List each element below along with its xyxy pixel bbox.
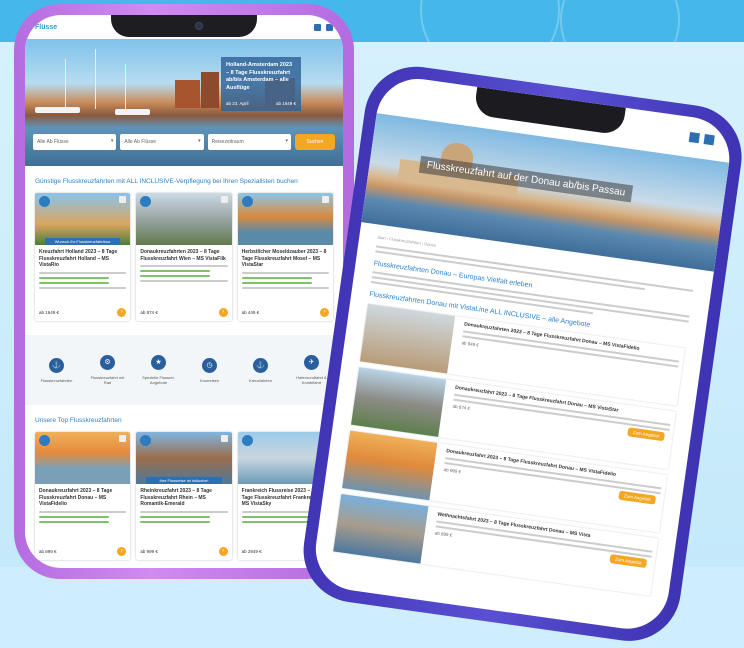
tour-title: Rheinkreuzfahrt 2023 – 8 Tage Flusskreuz… <box>140 488 212 507</box>
tag-icon: ★ <box>151 355 166 370</box>
tour-card[interactable]: Donaukreuzfahrt 2023 – 8 Tage Flusskreuz… <box>35 432 131 560</box>
boat-mast <box>125 64 126 109</box>
tour-price: ab 2949 € <box>241 549 262 554</box>
arrow-icon[interactable]: › <box>218 308 228 317</box>
phone-icon[interactable] <box>314 23 321 31</box>
anchor-icon: ⚓ <box>253 357 268 373</box>
category-label: Flusskreuzfahrten <box>40 377 73 383</box>
category-item[interactable]: ⚓ Kreuzfahrten <box>241 357 281 383</box>
phone-right-frame: Flusskreuzfahrt auf der Donau ab/bis Pas… <box>296 60 744 648</box>
tour-image <box>359 303 456 374</box>
date-select[interactable]: Reisezeitraum <box>207 134 291 150</box>
clock-icon: ◷ <box>202 357 217 373</box>
map-icon: ✈ <box>304 355 319 370</box>
tour-card[interactable]: Wunsch-Ihr-Flusskreuzfahrttour Kreuzfahr… <box>35 193 131 321</box>
tour-price: ab 449 € <box>241 310 260 315</box>
tour-price: ab 1649 € <box>39 310 60 315</box>
menu-icon[interactable] <box>326 23 333 31</box>
arrow-icon[interactable]: › <box>117 547 127 556</box>
tour-ribbon: Ihre Flussreise ist inklusive! <box>146 477 222 484</box>
category-label: Kreuzfahrten <box>249 377 272 383</box>
river-select[interactable]: Alle Ab Flüsse <box>33 134 117 150</box>
tour-image: Ihre Flussreise ist inklusive! <box>136 432 232 484</box>
tour-card[interactable]: Herbstlicher Moseldzauber 2023 – 8 Tage … <box>237 193 333 321</box>
menu-icon[interactable] <box>703 134 715 146</box>
section-title: Günstige Flusskreuzfahrten mit ALL INCLU… <box>35 178 298 185</box>
badge-icon <box>39 196 50 207</box>
favorite-icon[interactable] <box>119 435 127 442</box>
tour-image <box>237 193 333 245</box>
hero-offer-date: ab 23. April <box>226 100 249 106</box>
boat-mast <box>95 49 96 109</box>
badge-icon <box>241 435 253 446</box>
tour-card[interactable]: Donaukreuzfahrten 2023 – 8 Tage Flusskre… <box>136 193 232 321</box>
category-label: Flusskreuzfahrt mit Rad <box>90 375 125 385</box>
boat <box>115 109 150 115</box>
badge-icon <box>39 435 50 446</box>
favorite-icon[interactable] <box>220 196 228 203</box>
search-button[interactable]: Suchen <box>294 134 335 150</box>
tour-price: ab 874 € <box>140 310 158 315</box>
building <box>201 72 219 108</box>
arrow-icon[interactable]: › <box>319 308 329 317</box>
hero-offer-title: Holland-Amsterdam 2023 – 8 Tage Flusskre… <box>226 62 293 92</box>
tour-price: ab 999 € <box>140 549 158 554</box>
category-item[interactable]: ⚙ Flusskreuzfahrt mit Rad <box>88 355 128 385</box>
favorite-icon[interactable] <box>220 435 228 442</box>
ship-select[interactable]: Alle Ab Flüsse <box>120 134 204 150</box>
category-band: ⚓ Flusskreuzfahrten ⚙ Flusskreuzfahrt mit … <box>25 335 343 405</box>
category-item[interactable]: ★ Spezielle Flussrei-Angebote <box>139 355 179 385</box>
boat <box>35 107 80 113</box>
tour-image <box>136 193 232 245</box>
boat-mast <box>65 59 66 109</box>
phone-right-screen: Flusskreuzfahrt auf der Donau ab/bis Pas… <box>310 73 735 635</box>
bike-icon: ⚙ <box>100 355 115 370</box>
phone-notch <box>111 15 257 37</box>
tour-card[interactable]: Ihre Flussreise ist inklusive! Rheinkreu… <box>136 432 232 560</box>
category-label: Spezielle Flussrei-Angebote <box>142 375 175 385</box>
badge-icon <box>140 196 152 207</box>
tour-price: ab 949 € <box>461 340 480 348</box>
section-title: Unsere Top Flusskreuzfahrten <box>35 417 122 424</box>
category-item[interactable]: ◷ Kurzreisen <box>190 357 230 383</box>
phone-left-frame: Flüsse Holland-Amsterdam 2023 – 8 Tage F… <box>14 4 354 579</box>
search-bar: Alle Ab Flüsse Alle Ab Flüsse Reisezeitr… <box>33 134 335 150</box>
site-logo[interactable]: Flüsse <box>35 24 57 31</box>
arrow-icon[interactable]: › <box>117 308 127 317</box>
category-item[interactable]: ⚓ Flusskreuzfahrten <box>37 357 77 383</box>
phone-left-screen: Flüsse Holland-Amsterdam 2023 – 8 Tage F… <box>25 15 343 568</box>
tour-price: ab 899 € <box>434 530 453 538</box>
category-label: Kurzreisen <box>199 377 220 383</box>
tour-image <box>342 430 438 501</box>
ship-icon: ⚓ <box>49 357 64 373</box>
favorite-icon[interactable] <box>119 196 127 203</box>
tour-title: Herbstlicher Moseldzauber 2023 – 8 Tage … <box>241 249 327 268</box>
hero-image: Holland-Amsterdam 2023 – 8 Tage Flusskre… <box>25 39 343 166</box>
camera-icon <box>195 22 203 30</box>
tour-price: ab 874 € <box>452 403 471 412</box>
tour-title: Donaukreuzfahrten 2023 – 8 Tage Flusskre… <box>140 249 226 262</box>
tour-image <box>351 367 447 437</box>
tour-title: Kreuzfahrt Holland 2023 – 8 Tage Flusskr… <box>39 249 118 268</box>
favorite-icon[interactable] <box>321 196 329 203</box>
badge-icon <box>140 435 152 446</box>
building <box>175 80 200 108</box>
tour-title: Donaukreuzfahrt 2023 – 8 Tage Flusskreuz… <box>39 488 113 507</box>
phone-icon[interactable] <box>688 131 700 144</box>
tour-price: ab 899 € <box>39 549 57 554</box>
category-item[interactable]: ✈ Hafenrundfahrt & Kombifahrt <box>292 355 332 385</box>
tour-image <box>333 493 429 564</box>
hero-offer-price: ab 1649 € <box>275 100 296 106</box>
arrow-icon[interactable]: › <box>218 547 228 556</box>
tour-image: Wunsch-Ihr-Flusskreuzfahrttour <box>35 193 131 245</box>
tour-image <box>35 432 131 484</box>
tour-ribbon: Wunsch-Ihr-Flusskreuzfahrttour <box>45 238 121 245</box>
badge-icon <box>241 196 253 207</box>
hero-offer-card[interactable]: Holland-Amsterdam 2023 – 8 Tage Flusskre… <box>221 57 301 111</box>
tour-price: ab 999 € <box>443 466 462 475</box>
